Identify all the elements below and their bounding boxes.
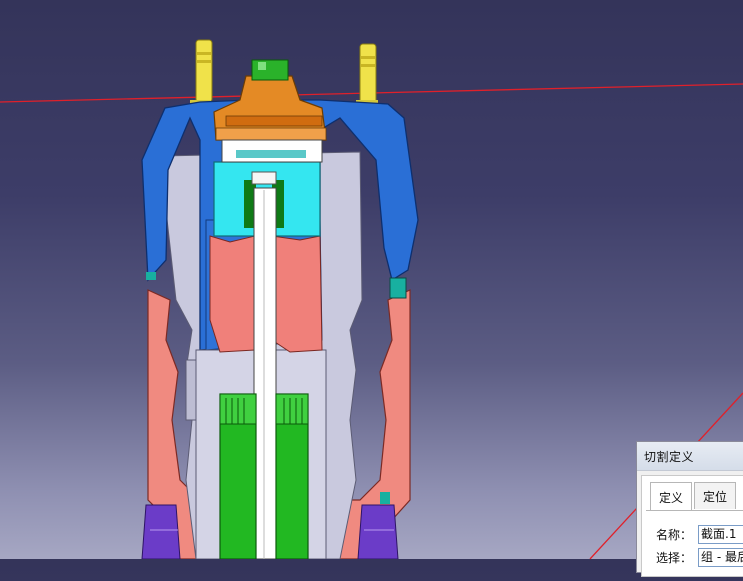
dialog-titlebar[interactable]: 切割定义 [637,442,743,471]
selection-field[interactable]: 组 - 最后 [698,548,743,567]
section-definition-dialog: 切割定义 定义 定位 名称： 截面.1 选择： 组 - 最后 [636,441,743,577]
air-spring-section-model [0,39,743,559]
tab-definition[interactable]: 定义 [650,482,693,511]
dialog-tabs: 定义 定位 [650,482,738,511]
dialog-body: 定义 定位 名称： 截面.1 选择： 组 - 最后 [641,475,743,577]
mounting-stud-right [356,43,378,108]
dialog-title: 切割定义 [644,449,695,464]
bump-stop-left [209,235,256,353]
name-row: 名称： 截面.1 [656,525,743,544]
base-right [357,504,399,559]
center-rod [253,187,277,559]
tab-positioning[interactable]: 定位 [694,482,737,509]
name-label: 名称： [656,528,693,542]
clip-right [389,277,407,299]
bump-stop-right [271,235,323,353]
clip-left [146,272,156,280]
name-field[interactable]: 截面.1 [698,525,743,544]
valve-assembly [213,59,327,163]
selection-row: 选择： 组 - 最后 [656,548,743,567]
selection-label: 选择： [656,551,693,565]
clip-lower-right [380,492,390,504]
base-left [141,504,181,559]
3d-viewport[interactable] [0,0,743,559]
tab-panel [646,510,743,581]
